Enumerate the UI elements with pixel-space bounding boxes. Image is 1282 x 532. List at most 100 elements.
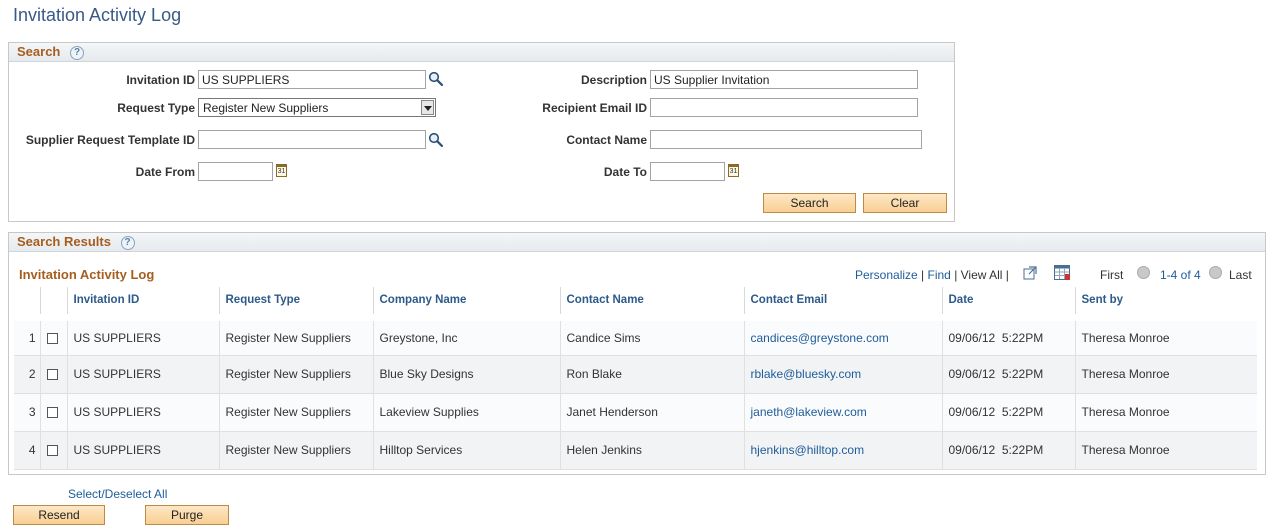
table-row: 3 US SUPPLIERS Register New Suppliers La… <box>14 393 1257 432</box>
column-header-sent-by[interactable]: Sent by <box>1074 287 1257 318</box>
date-to-label: Date To <box>603 165 647 179</box>
company-name-cell: Hilltop Services <box>372 431 560 470</box>
date-to-input[interactable] <box>650 162 725 181</box>
description-input[interactable] <box>650 70 918 89</box>
column-header-date[interactable]: Date <box>941 287 1075 318</box>
column-header-contact-name[interactable]: Contact Name <box>559 287 744 318</box>
contact-name-cell: Candice Sims <box>559 313 744 356</box>
results-table: Invitation ID Request Type Company Name … <box>14 287 1257 470</box>
find-link[interactable]: Find <box>928 268 951 282</box>
template-id-label: Supplier Request Template ID <box>25 133 195 147</box>
row-number: 3 <box>14 393 40 432</box>
grid-navigation: Personalize | Find | View All | <box>855 268 1009 282</box>
request-type-select[interactable]: Register New Suppliers <box>198 98 436 117</box>
search-header: Search ? <box>9 43 954 62</box>
date-cell: 09/06/12 5:22PM <box>941 355 1075 394</box>
row-checkbox[interactable] <box>46 445 58 457</box>
recipient-email-input[interactable] <box>650 98 918 117</box>
calendar-icon[interactable]: 31 <box>728 164 739 177</box>
row-select-cell <box>39 431 67 470</box>
download-grid-icon[interactable] <box>1054 265 1070 280</box>
contact-name-label: Contact Name <box>566 133 647 147</box>
help-icon[interactable]: ? <box>70 46 84 60</box>
request-type-cell: Register New Suppliers <box>218 393 373 432</box>
row-select-cell <box>39 393 67 432</box>
date-cell: 09/06/12 5:22PM <box>941 431 1075 470</box>
search-button[interactable]: Search <box>763 193 856 213</box>
company-name-cell: Blue Sky Designs <box>372 355 560 394</box>
contact-email-cell: rblake@bluesky.com <box>743 355 942 394</box>
row-select-cell <box>39 313 67 356</box>
contact-email-link[interactable]: janeth@lakeview.com <box>751 405 867 419</box>
row-number: 2 <box>14 355 40 394</box>
column-header-request-type[interactable]: Request Type <box>218 287 373 318</box>
page-title: Invitation Activity Log <box>13 5 182 25</box>
view-all-link[interactable]: View All <box>961 268 1003 282</box>
sent-by-cell: Theresa Monroe <box>1074 431 1257 470</box>
column-header-company-name[interactable]: Company Name <box>372 287 560 318</box>
contact-email-link[interactable]: rblake@bluesky.com <box>751 367 862 381</box>
first-label: First <box>1100 268 1124 282</box>
search-icon[interactable] <box>428 132 444 148</box>
last-label: Last <box>1229 268 1252 282</box>
row-checkbox[interactable] <box>46 407 58 419</box>
contact-name-cell: Janet Henderson <box>559 393 744 432</box>
invitation-id-cell: US SUPPLIERS <box>66 313 219 356</box>
row-number: 1 <box>14 313 40 356</box>
contact-email-cell: janeth@lakeview.com <box>743 393 942 432</box>
search-header-label: Search <box>17 44 61 59</box>
purge-button[interactable]: Purge <box>145 505 229 525</box>
request-type-cell: Register New Suppliers <box>218 355 373 394</box>
invitation-id-cell: US SUPPLIERS <box>66 393 219 432</box>
table-row: 4 US SUPPLIERS Register New Suppliers Hi… <box>14 431 1257 470</box>
sent-by-cell: Theresa Monroe <box>1074 393 1257 432</box>
select-header <box>39 287 67 318</box>
template-id-input[interactable] <box>198 130 426 149</box>
results-header: Search Results ? <box>9 233 1265 252</box>
previous-arrow-icon <box>1137 266 1150 279</box>
request-type-label: Request Type <box>117 101 195 115</box>
contact-name-cell: Helen Jenkins <box>559 431 744 470</box>
next-arrow-icon <box>1209 266 1222 279</box>
contact-email-cell: hjenkins@hilltop.com <box>743 431 942 470</box>
select-deselect-all-link[interactable]: Select/Deselect All <box>68 487 167 501</box>
row-checkbox[interactable] <box>46 332 58 344</box>
company-name-cell: Greystone, Inc <box>372 313 560 356</box>
results-header-label: Search Results <box>17 234 111 249</box>
contact-email-link[interactable]: candices@greystone.com <box>751 331 889 345</box>
date-from-input[interactable] <box>198 162 273 181</box>
contact-name-input[interactable] <box>650 130 922 149</box>
invitation-id-input[interactable] <box>198 70 426 89</box>
grid-title: Invitation Activity Log <box>19 267 155 282</box>
date-cell: 09/06/12 5:22PM <box>941 393 1075 432</box>
contact-name-cell: Ron Blake <box>559 355 744 394</box>
contact-email-cell: candices@greystone.com <box>743 313 942 356</box>
personalize-link[interactable]: Personalize <box>855 268 918 282</box>
table-row: 1 US SUPPLIERS Register New Suppliers Gr… <box>14 313 1257 356</box>
new-window-icon[interactable] <box>1023 266 1037 280</box>
description-label: Description <box>580 73 647 87</box>
contact-email-link[interactable]: hjenkins@hilltop.com <box>751 443 865 457</box>
chevron-down-icon[interactable] <box>421 100 434 115</box>
column-header-invitation-id[interactable]: Invitation ID <box>66 287 219 318</box>
request-type-cell: Register New Suppliers <box>218 313 373 356</box>
date-cell: 09/06/12 5:22PM <box>941 313 1075 356</box>
invitation-id-cell: US SUPPLIERS <box>66 355 219 394</box>
request-type-value: Register New Suppliers <box>203 101 329 115</box>
date-from-label: Date From <box>135 165 195 179</box>
sent-by-cell: Theresa Monroe <box>1074 355 1257 394</box>
table-row: 2 US SUPPLIERS Register New Suppliers Bl… <box>14 355 1257 394</box>
row-select-cell <box>39 355 67 394</box>
nav-separator: | <box>1005 268 1009 282</box>
row-number-header <box>14 287 40 318</box>
column-header-contact-email[interactable]: Contact Email <box>743 287 942 318</box>
calendar-icon[interactable]: 31 <box>276 164 287 177</box>
row-checkbox[interactable] <box>46 369 58 381</box>
search-icon[interactable] <box>428 71 444 87</box>
clear-button[interactable]: Clear <box>863 193 947 213</box>
table-header-row: Invitation ID Request Type Company Name … <box>14 287 1257 318</box>
help-icon[interactable]: ? <box>120 236 135 250</box>
resend-button[interactable]: Resend <box>13 505 105 525</box>
company-name-cell: Lakeview Supplies <box>372 393 560 432</box>
invitation-id-cell: US SUPPLIERS <box>66 431 219 470</box>
